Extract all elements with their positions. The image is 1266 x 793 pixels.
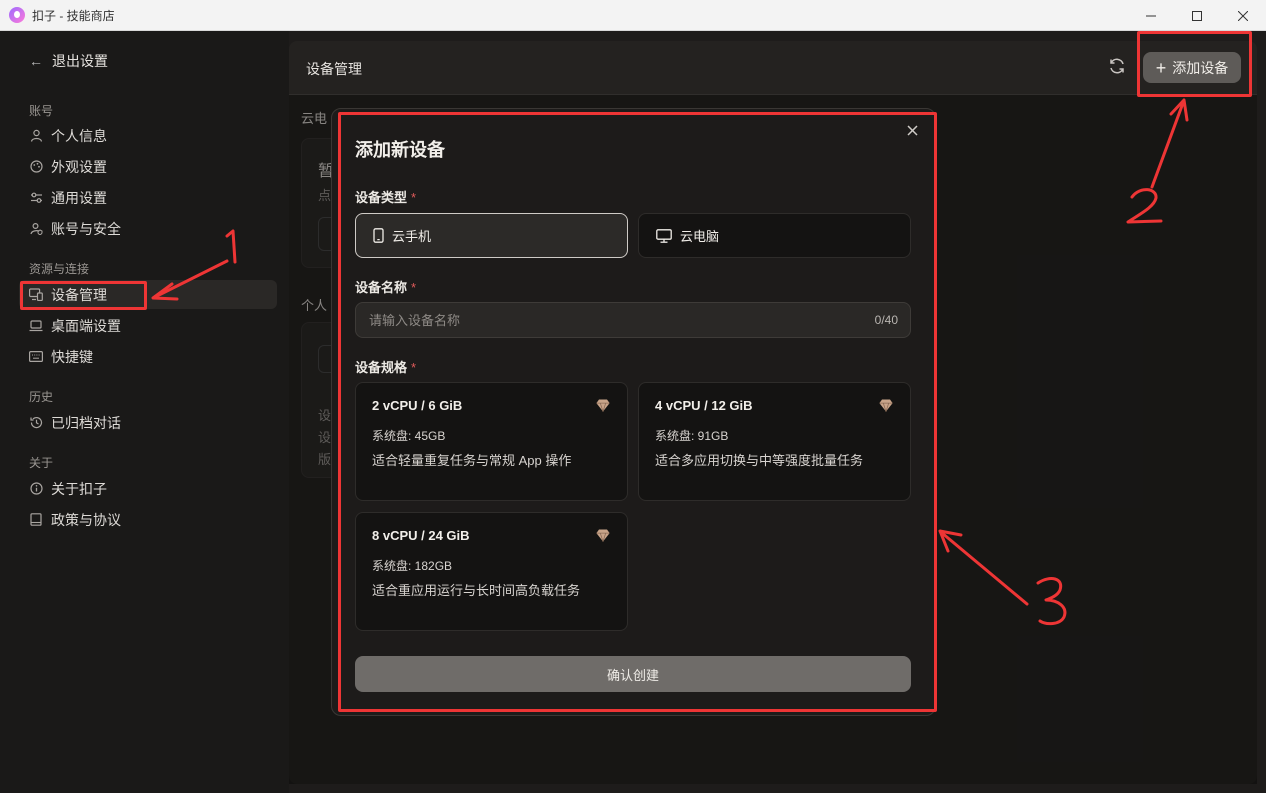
annotation-overlay — [151, 98, 1189, 626]
annotation-arrow-1 — [151, 259, 229, 301]
annotation-number-1 — [225, 229, 237, 264]
annotation-number-3 — [1036, 577, 1067, 626]
annotation-arrow-2 — [1150, 98, 1189, 189]
annotation-arrow-3 — [938, 529, 1029, 606]
annotation-number-2 — [1126, 188, 1163, 224]
